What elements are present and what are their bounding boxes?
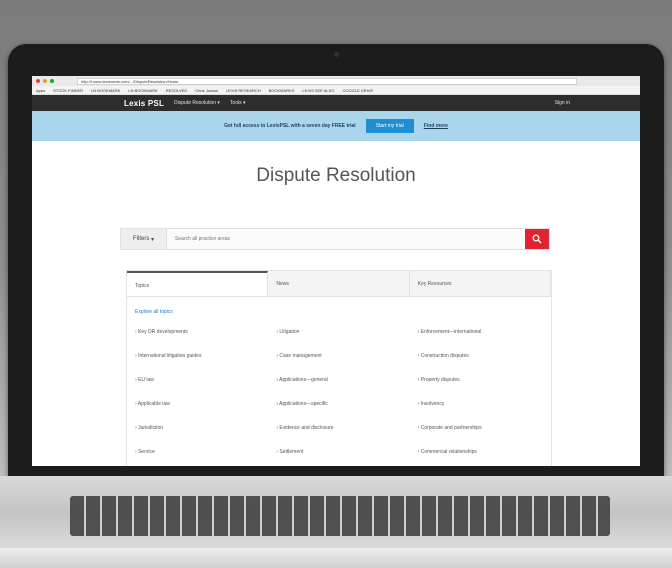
- minimize-window-icon[interactable]: [43, 79, 47, 83]
- bookmarks-bar: Apps STOOK FINDER LN BOOKMARK LN BOOKMAR…: [32, 86, 640, 95]
- topic-label: Enforcement—international: [420, 329, 482, 335]
- bookmark-item[interactable]: LN BOOKMARK: [128, 88, 157, 93]
- site-navbar: Lexis PSL Dispute Resolution ▾ Tools ▾ S…: [32, 95, 640, 111]
- tab-key-resources[interactable]: Key Resources: [410, 271, 551, 296]
- topic-label: International litigation guides: [138, 353, 202, 359]
- browser-toolbar: http://l.www.lexisnexis.com/.../DisputeR…: [32, 76, 640, 86]
- topic-link[interactable]: › Applications—general: [276, 377, 409, 401]
- bookmark-item[interactable]: RESOLVED: [166, 88, 188, 93]
- brand-logo[interactable]: Lexis PSL: [124, 99, 164, 108]
- topic-link[interactable]: › Evidence and disclosure: [276, 425, 409, 449]
- topic-label: Commercial relationships: [420, 449, 477, 455]
- topic-link[interactable]: › EU law: [135, 377, 268, 401]
- trial-banner-text: Get full access to LexisPSL with a seven…: [224, 123, 356, 129]
- bookmark-item[interactable]: LN BOOKMARK: [91, 88, 120, 93]
- bookmark-item[interactable]: GOOGLE DRIVE: [342, 88, 373, 93]
- search-icon: [532, 234, 542, 244]
- nav-link-label: Tools: [229, 100, 242, 106]
- laptop-screen: http://l.www.lexisnexis.com/.../DisputeR…: [32, 76, 640, 466]
- bookmark-item[interactable]: BOOKMARKS: [269, 88, 295, 93]
- topic-link[interactable]: › Settlement: [276, 449, 409, 466]
- explore-all-topics-link[interactable]: Explore all topics: [135, 309, 551, 315]
- topic-label: Insolvency: [420, 401, 445, 407]
- topic-link[interactable]: › Service: [135, 449, 268, 466]
- topic-label: Litigation: [279, 329, 300, 335]
- topic-link[interactable]: › Applicable law: [135, 401, 268, 425]
- bookmark-item[interactable]: LEXIS RESEARCH: [226, 88, 261, 93]
- topic-label: Case management: [279, 353, 322, 359]
- topic-link[interactable]: › Enforcement—international: [418, 329, 551, 353]
- bookmark-item[interactable]: Apps: [36, 88, 45, 93]
- topics-column: › Key DR developments › International li…: [127, 329, 268, 466]
- chevron-down-icon: ▾: [151, 236, 155, 243]
- nav-link-label: Dispute Resolution: [174, 100, 217, 106]
- topic-link[interactable]: › International litigation guides: [135, 353, 268, 377]
- address-bar[interactable]: http://l.www.lexisnexis.com/.../DisputeR…: [77, 77, 577, 85]
- panel-tabs: Topics News Key Resources: [127, 271, 551, 297]
- search-input[interactable]: [167, 229, 525, 249]
- topic-link[interactable]: › Applications—specific: [276, 401, 409, 425]
- topics-column: › Litigation › Case management › Applica…: [268, 329, 409, 466]
- search-button[interactable]: [525, 229, 549, 249]
- nav-dispute-resolution[interactable]: Dispute Resolution ▾: [174, 100, 220, 106]
- topic-link[interactable]: › Key DR developments: [135, 329, 268, 353]
- topic-label: Service: [138, 449, 155, 455]
- laptop-front-edge: [0, 548, 672, 568]
- page-title: Dispute Resolution: [256, 165, 416, 186]
- topic-label: Applications—specific: [279, 401, 328, 407]
- bookmark-item[interactable]: Chris Jordan: [195, 88, 218, 93]
- bookmark-item[interactable]: STOOK FINDER: [53, 88, 83, 93]
- topic-label: Settlement: [279, 449, 304, 455]
- topic-link[interactable]: › Construction disputes: [418, 353, 551, 377]
- sign-in-link[interactable]: Sign in: [555, 100, 570, 106]
- topic-link[interactable]: › Litigation: [276, 329, 409, 353]
- chevron-down-icon: ▾: [243, 100, 246, 106]
- topics-columns: › Key DR developments › International li…: [127, 329, 551, 466]
- topics-panel: Topics News Key Resources Explore all to…: [126, 270, 552, 466]
- topic-link[interactable]: › Property disputes: [418, 377, 551, 401]
- topic-link[interactable]: › Corporate and partnerships: [418, 425, 551, 449]
- nav-tools[interactable]: Tools ▾: [230, 100, 246, 106]
- chevron-down-icon: ▾: [217, 100, 220, 106]
- topic-label: Applicable law: [137, 401, 170, 407]
- topic-label: Corporate and partnerships: [420, 425, 482, 431]
- topic-link[interactable]: › Case management: [276, 353, 409, 377]
- start-trial-button[interactable]: Start my trial: [365, 119, 414, 133]
- search-bar: Filters ▾: [120, 228, 550, 250]
- filters-label: Filters: [132, 236, 150, 242]
- topic-link[interactable]: › Jurisdiction: [135, 425, 268, 449]
- topic-label: Key DR developments: [138, 329, 188, 335]
- topic-label: Property disputes: [420, 377, 460, 383]
- camera-icon: [334, 52, 339, 57]
- trial-banner: Get full access to LexisPSL with a seven…: [32, 111, 640, 141]
- topic-label: EU law: [138, 377, 154, 383]
- topics-column: › Enforcement—international › Constructi…: [410, 329, 551, 466]
- tab-topics[interactable]: Topics: [127, 271, 269, 296]
- filters-dropdown[interactable]: Filters ▾: [121, 229, 167, 249]
- topic-label: Jurisdiction: [138, 425, 164, 431]
- topic-link[interactable]: › Insolvency: [418, 401, 551, 425]
- topic-link[interactable]: › Commercial relationships: [418, 449, 551, 466]
- close-window-icon[interactable]: [36, 79, 40, 83]
- topic-label: Evidence and disclosure: [279, 425, 334, 431]
- topic-label: Construction disputes: [420, 353, 469, 359]
- bookmark-item[interactable]: LEXIS SEE ALSO: [302, 88, 334, 93]
- laptop-keyboard: [70, 496, 610, 536]
- find-more-link[interactable]: Find more: [424, 123, 448, 129]
- topic-label: Applications—general: [279, 377, 328, 383]
- tab-news[interactable]: News: [268, 271, 410, 296]
- maximize-window-icon[interactable]: [50, 79, 54, 83]
